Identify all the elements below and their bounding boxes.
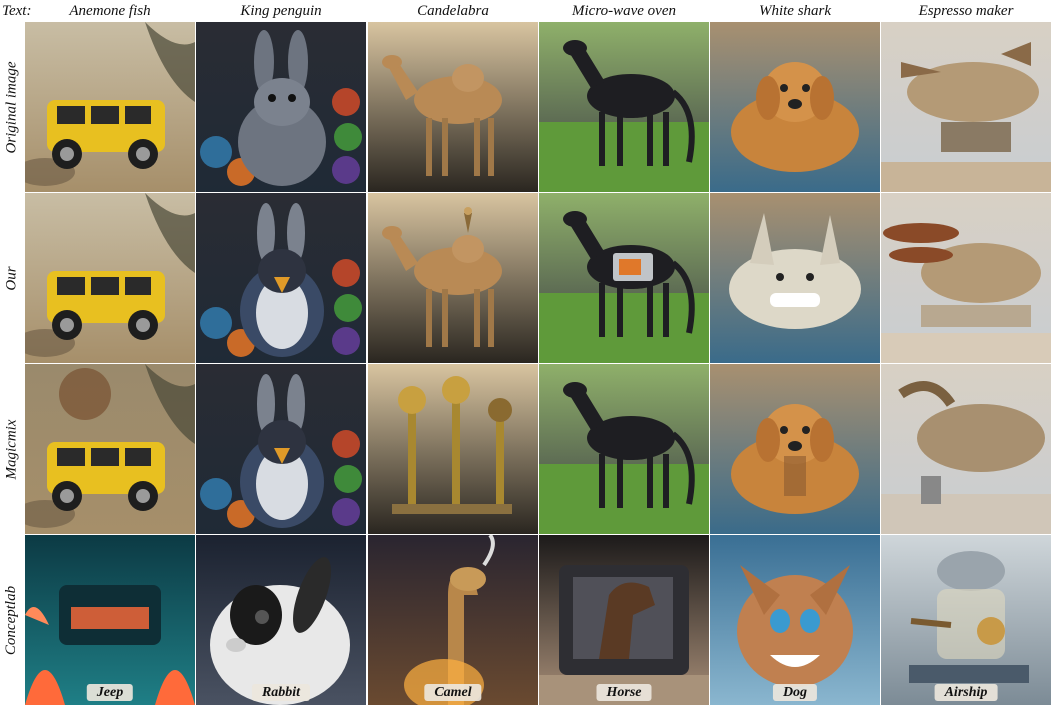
image-tile (368, 193, 538, 363)
image-tile (368, 22, 538, 192)
concept-label: Rabbit (251, 684, 311, 701)
generated-image (539, 22, 709, 192)
generated-image (710, 22, 880, 192)
row-label-text: Conceptlab (3, 585, 20, 655)
column-header: Candelabra (417, 3, 489, 19)
generated-image (881, 535, 1051, 705)
generated-image (368, 193, 538, 363)
concept-label: Dog (772, 684, 818, 701)
generated-image (710, 364, 880, 534)
image-tile (368, 364, 538, 534)
concept-label: Camel (424, 684, 482, 701)
generated-image (25, 193, 195, 363)
image-tile (881, 364, 1051, 534)
image-tile: Jeep (25, 535, 195, 705)
generated-image (25, 535, 195, 705)
generated-image (710, 193, 880, 363)
image-tile (539, 22, 709, 192)
image-tile (710, 193, 880, 363)
column-header: Espresso maker (918, 3, 1014, 19)
column-header: King penguin (240, 3, 322, 19)
image-tile (196, 193, 366, 363)
row-label: Original image (0, 22, 24, 192)
generated-image (368, 364, 538, 534)
image-tile (710, 364, 880, 534)
image-tile (25, 193, 195, 363)
generated-image (881, 193, 1051, 363)
generated-image (25, 364, 195, 534)
generated-image (196, 22, 366, 192)
column-header: White shark (758, 3, 832, 19)
generated-image (196, 535, 366, 705)
generated-image (881, 22, 1051, 192)
generated-image (196, 193, 366, 363)
image-tile (881, 193, 1051, 363)
concept-label: Jeep (86, 684, 134, 701)
generated-image (539, 193, 709, 363)
concept-label: Horse (596, 684, 652, 701)
generated-image (881, 364, 1051, 534)
image-tile: Horse (539, 535, 709, 705)
concept-label: Airship (934, 684, 998, 701)
generated-image (539, 535, 709, 705)
row-label: Magicmix (0, 364, 24, 534)
figure-grid: Text: Anemone fish King penguin Candelabra… (0, 0, 1054, 709)
generated-image (539, 364, 709, 534)
generated-image (710, 535, 880, 705)
column-header: Anemone fish (69, 3, 151, 19)
image-tile (881, 22, 1051, 192)
image-tile (25, 364, 195, 534)
row-label-text: Original image (3, 60, 20, 154)
image-tile: Dog (710, 535, 880, 705)
image-tile (196, 22, 366, 192)
image-tile (25, 22, 195, 192)
image-tile: Rabbit (196, 535, 366, 705)
generated-image (25, 22, 195, 192)
generated-image (368, 535, 538, 705)
image-tile (710, 22, 880, 192)
row-label-text: Magicmix (3, 419, 20, 479)
row-label: Our (0, 193, 24, 363)
image-tile (539, 364, 709, 534)
row-label-text: Our (3, 265, 20, 291)
generated-image (368, 22, 538, 192)
column-header: Micro-wave oven (572, 3, 676, 19)
generated-image (196, 364, 366, 534)
image-tile: Airship (881, 535, 1051, 705)
image-tile: Camel (368, 535, 538, 705)
image-tile (196, 364, 366, 534)
row-label: Conceptlab (0, 535, 24, 705)
image-tile (539, 193, 709, 363)
